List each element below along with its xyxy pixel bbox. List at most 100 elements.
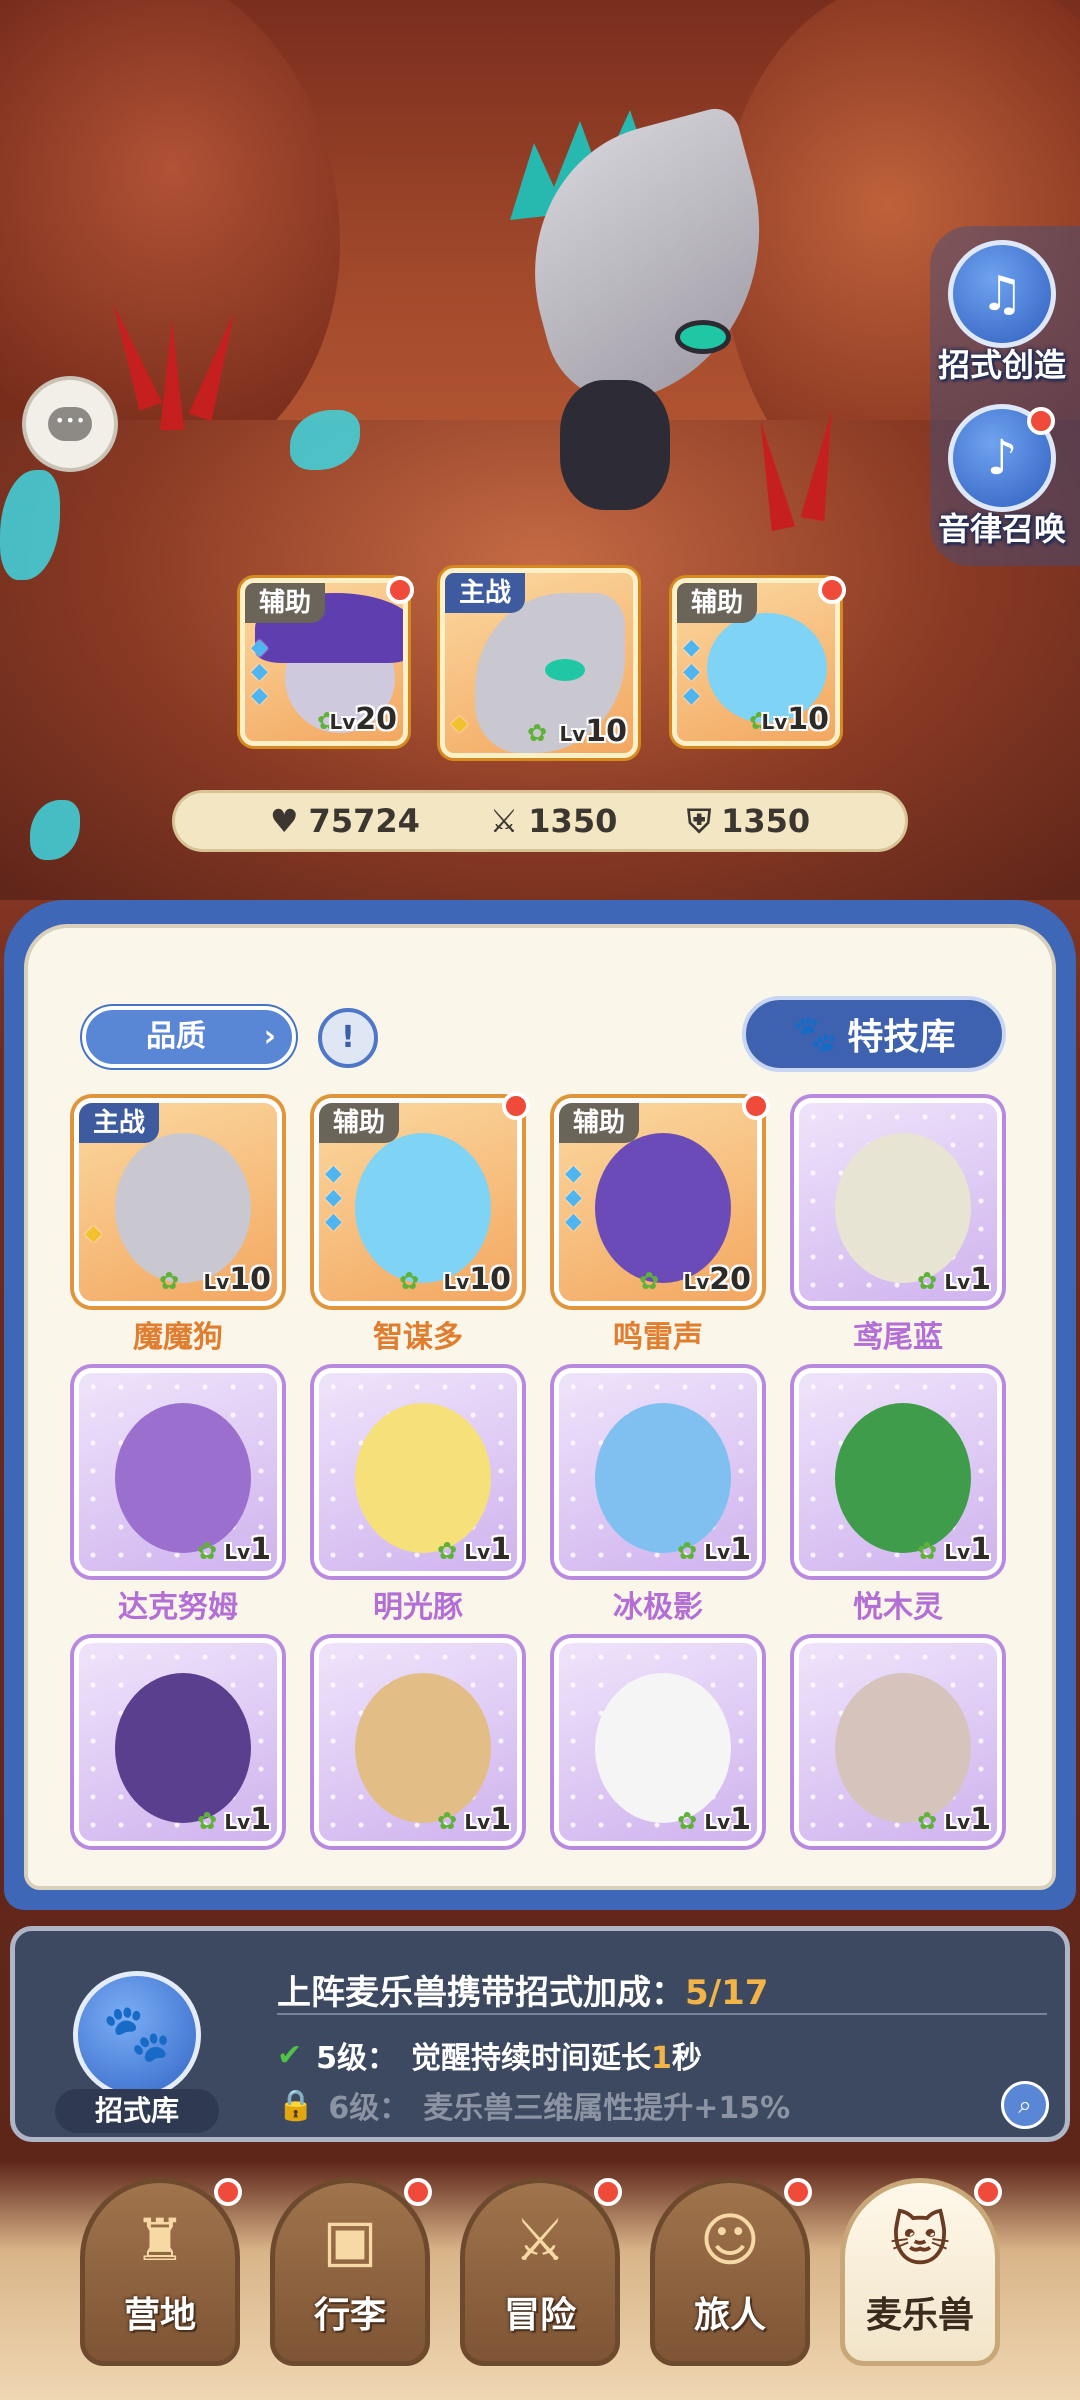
level-label: Lv1: [704, 1532, 751, 1567]
skill-library-emblem[interactable]: 🐾: [73, 1971, 201, 2099]
level-label: Lv1: [224, 1532, 271, 1567]
pet-cat-icon: 🐱: [889, 2206, 951, 2274]
nav-camp[interactable]: ♜ 营地: [80, 2178, 242, 2366]
monster-eye: [675, 320, 731, 354]
nav-label: 营地: [123, 2295, 196, 2336]
zoom-button[interactable]: ⌕: [1001, 2081, 1049, 2129]
pet-name: 魔魔狗: [133, 1320, 223, 1355]
star-rating: ◆ ◆ ◆: [251, 635, 268, 708]
pet-card[interactable]: ✿ Lv1: [74, 1638, 282, 1846]
pet-card[interactable]: ✿ Lv1 悦木灵: [794, 1368, 1002, 1626]
rhythm-summon-button[interactable]: ♪ 音律召唤: [936, 404, 1068, 550]
pet-card-frame: ✿ Lv1: [74, 1368, 282, 1576]
pet-card[interactable]: ✿ Lv1: [554, 1638, 762, 1846]
role-tag: 辅助: [559, 1103, 640, 1143]
alert-dot: [404, 2178, 432, 2206]
sprout-icon: ✿: [917, 1537, 938, 1565]
pet-portrait: [595, 1133, 731, 1283]
sprout-icon: ✿: [197, 1807, 218, 1835]
traveler-icon: ☺: [699, 2206, 761, 2274]
skill-create-button[interactable]: ♫ 招式创造: [936, 240, 1068, 386]
team-lineup: 辅助 ◆ ◆ ◆ ✿ Lv20 主战 ◆ ✿ Lv10 辅助 ◆ ◆ ◆ ✿ Lv10: [0, 568, 1080, 768]
pet-portrait: [355, 1673, 491, 1823]
monster-body: [560, 380, 670, 510]
quality-filter-button[interactable]: 品质 ›: [82, 1006, 296, 1068]
sprout-icon: ✿: [437, 1807, 458, 1835]
pet-card[interactable]: 辅助 ◆ ◆ ◆ ✿ Lv20 鸣雷声: [554, 1092, 770, 1356]
pet-card[interactable]: ✿ Lv1 冰极影: [554, 1368, 762, 1626]
paw-shield-icon: 🐾: [102, 2001, 172, 2066]
pet-card-frame: 辅助 ◆ ◆ ◆ ✿ Lv10: [314, 1098, 522, 1306]
pet-name: 鸣雷声: [613, 1320, 703, 1355]
nav-label: 行李: [313, 2295, 386, 2336]
sprout-icon: ✿: [917, 1267, 938, 1295]
active-monster-model: [470, 103, 800, 530]
team-stats-bar: ♥ 75724 ⚔ 1350 ⛨ 1350: [172, 790, 908, 852]
pet-portrait: [115, 1403, 251, 1553]
level-label: Lv10: [203, 1262, 271, 1297]
bonus-level-5: ✔ 5级： 觉醒持续时间延长1秒: [277, 2037, 702, 2077]
bonus-title: 上阵麦乐兽携带招式加成：5/17: [277, 1973, 769, 2013]
pet-roster-inner: 品质 › ! 🐾 特技库 主战 ◆ ✿ Lv10 魔魔狗 辅助 ◆ ◆ ◆ ✿ Lv10 智谋多 辅助 ◆…: [24, 924, 1056, 1890]
castle-icon: ♜: [134, 2206, 186, 2274]
level-label: Lv1: [944, 1262, 991, 1297]
team-slot-support-1[interactable]: 辅助 ◆ ◆ ◆ ✿ Lv20: [240, 578, 408, 746]
pet-name: 鸢尾蓝: [853, 1320, 943, 1355]
monster-head: [500, 103, 800, 417]
alert-dot: [502, 1092, 530, 1120]
alert-dot: [386, 576, 414, 604]
level-label: Lv1: [464, 1532, 511, 1567]
skill-library-button[interactable]: 🐾 特技库: [742, 996, 1006, 1072]
nav-label: 旅人: [693, 2295, 766, 2336]
crossed-swords-icon: ⚔: [489, 802, 519, 840]
pet-card[interactable]: ✿ Lv1: [314, 1638, 522, 1846]
level-label: Lv10: [761, 702, 829, 737]
nav-pets[interactable]: 🐱 麦乐兽: [840, 2178, 1002, 2366]
skill-bonus-panel: 🐾 招式库 上阵麦乐兽携带招式加成：5/17 ✔ 5级： 觉醒持续时间延长1秒 …: [10, 1926, 1070, 2142]
pet-card[interactable]: ✿ Lv1: [794, 1638, 1002, 1846]
attack-stat: ⚔ 1350: [489, 802, 618, 840]
shield-icon: ⛨: [687, 801, 712, 840]
pet-card[interactable]: ✿ Lv1 明光豚: [314, 1368, 522, 1626]
pet-card-frame: ✿ Lv1: [314, 1368, 522, 1576]
magnifier-icon: ⌕: [1018, 2091, 1032, 2119]
pet-portrait: [595, 1403, 731, 1553]
pet-card-frame: ✿ Lv1: [74, 1638, 282, 1846]
bottom-nav: ♜ 营地 ▣ 行李 ⚔ 冒险 ☺ 旅人 🐱 麦乐兽: [0, 2160, 1080, 2400]
pet-card-frame: ✿ Lv1: [314, 1638, 522, 1846]
pet-card[interactable]: 主战 ◆ ✿ Lv10 魔魔狗: [74, 1098, 282, 1356]
pet-card[interactable]: ✿ Lv1 鸢尾蓝: [794, 1098, 1002, 1356]
sprout-icon: ✿: [677, 1537, 698, 1565]
team-slot-main[interactable]: 主战 ◆ ✿ Lv10: [440, 568, 638, 758]
level-label: Lv20: [683, 1262, 751, 1297]
sprout-icon: ✿: [677, 1807, 698, 1835]
role-tag: 辅助: [677, 583, 758, 623]
info-book-button[interactable]: !: [318, 1008, 378, 1068]
divider: [277, 2013, 1047, 2015]
level-label: Lv20: [329, 702, 397, 737]
alert-dot: [784, 2178, 812, 2206]
team-slot-support-2[interactable]: 辅助 ◆ ◆ ◆ ✿ Lv10: [672, 578, 840, 746]
pet-name: 悦木灵: [853, 1590, 943, 1625]
pet-portrait-eye: [545, 659, 585, 681]
pet-portrait: [355, 1133, 491, 1283]
sprout-icon: ✿: [399, 1267, 420, 1295]
pet-card-frame: ✿ Lv1: [554, 1368, 762, 1576]
bonus-level-6: 🔒 6级： 麦乐兽三维属性提升+15%: [277, 2087, 791, 2127]
hp-stat: ♥ 75724: [269, 802, 420, 840]
nav-luggage[interactable]: ▣ 行李: [270, 2178, 432, 2366]
backpack-icon: ▣: [322, 2206, 378, 2274]
level-label: Lv1: [944, 1532, 991, 1567]
crossed-swords-icon: ⚔: [514, 2206, 566, 2274]
nav-label: 冒险: [503, 2295, 576, 2336]
alert-dot: [1027, 407, 1055, 435]
sprout-icon: ✿: [437, 1537, 458, 1565]
nav-adventure[interactable]: ⚔ 冒险: [460, 2178, 622, 2366]
pet-card[interactable]: ✿ Lv1 达克努姆: [74, 1368, 282, 1626]
role-tag: 主战: [79, 1103, 160, 1143]
nav-traveler[interactable]: ☺ 旅人: [650, 2178, 812, 2366]
pet-card[interactable]: 辅助 ◆ ◆ ◆ ✿ Lv10 智谋多: [314, 1092, 530, 1356]
pet-portrait: [835, 1673, 971, 1823]
chat-button[interactable]: [22, 376, 118, 472]
paw-icon: 🐾: [792, 1014, 838, 1055]
